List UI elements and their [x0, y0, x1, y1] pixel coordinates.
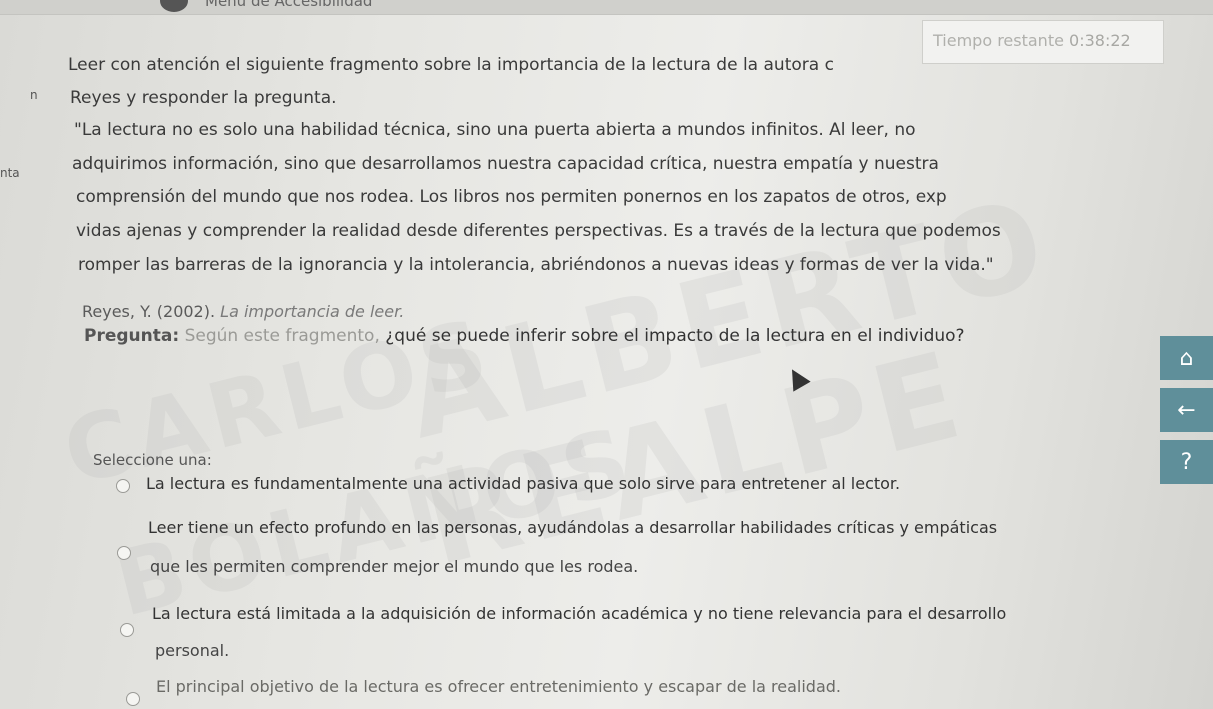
home-button[interactable]: ⌂ [1160, 336, 1213, 380]
option-1-label[interactable]: La lectura es fundamentalmente una activ… [146, 474, 900, 493]
reference-author: Reyes, Y. (2002). [82, 302, 216, 321]
timer-value: 0:38:22 [1069, 31, 1131, 50]
option-2-label[interactable]: Leer tiene un efecto profundo en las per… [148, 518, 997, 537]
home-icon: ⌂ [1179, 345, 1194, 371]
time-remaining: Tiempo restante 0:38:22 [922, 20, 1164, 64]
timer-label: Tiempo restante [933, 31, 1064, 50]
question: Pregunta: Según este fragmento, ¿qué se … [84, 326, 965, 346]
watermark-text: REALPE [411, 325, 979, 594]
sidebar-fragment: n [30, 88, 38, 102]
help-icon: ? [1180, 449, 1193, 475]
option-3-radio[interactable] [120, 623, 134, 637]
intro-text: Leer con atención el siguiente fragmento… [68, 55, 834, 75]
intro-text: Reyes y responder la pregunta. [70, 88, 337, 108]
watermark-text: ALBERTO [392, 172, 1063, 467]
accessibility-menu-link[interactable]: Menú de Accesibilidad [205, 0, 372, 10]
quote-line: romper las barreras de la ignorancia y l… [78, 255, 994, 275]
reference: Reyes, Y. (2002). La importancia de leer… [82, 302, 404, 321]
option-4-label[interactable]: El principal objetivo de la lectura es o… [156, 677, 841, 696]
reference-title: La importancia de leer. [220, 302, 405, 321]
question-lead: Según este fragmento, [184, 326, 380, 346]
option-3-label[interactable]: La lectura está limitada a la adquisició… [152, 604, 1006, 623]
arrow-left-icon: ← [1177, 397, 1196, 423]
quote-line: adquirimos información, sino que desarro… [72, 154, 939, 174]
help-button[interactable]: ? [1160, 440, 1213, 484]
quote-line: comprensión del mundo que nos rodea. Los… [76, 187, 947, 207]
quote-line: "La lectura no es solo una habilidad téc… [74, 120, 916, 140]
select-label: Seleccione una: [93, 451, 212, 469]
question-text: ¿qué se puede inferir sobre el impacto d… [385, 326, 965, 346]
question-label: Pregunta: [84, 326, 180, 346]
option-1-radio[interactable] [116, 479, 130, 493]
option-3-continuation[interactable]: personal. [155, 641, 229, 660]
sidebar-fragment: nta [0, 166, 20, 180]
mouse-cursor-icon [783, 364, 811, 392]
option-4-radio[interactable] [126, 692, 140, 706]
back-button[interactable]: ← [1160, 388, 1213, 432]
option-2-continuation[interactable]: que les permiten comprender mejor el mun… [150, 557, 638, 576]
option-2-radio[interactable] [117, 546, 131, 560]
quote-line: vidas ajenas y comprender la realidad de… [76, 221, 1001, 241]
